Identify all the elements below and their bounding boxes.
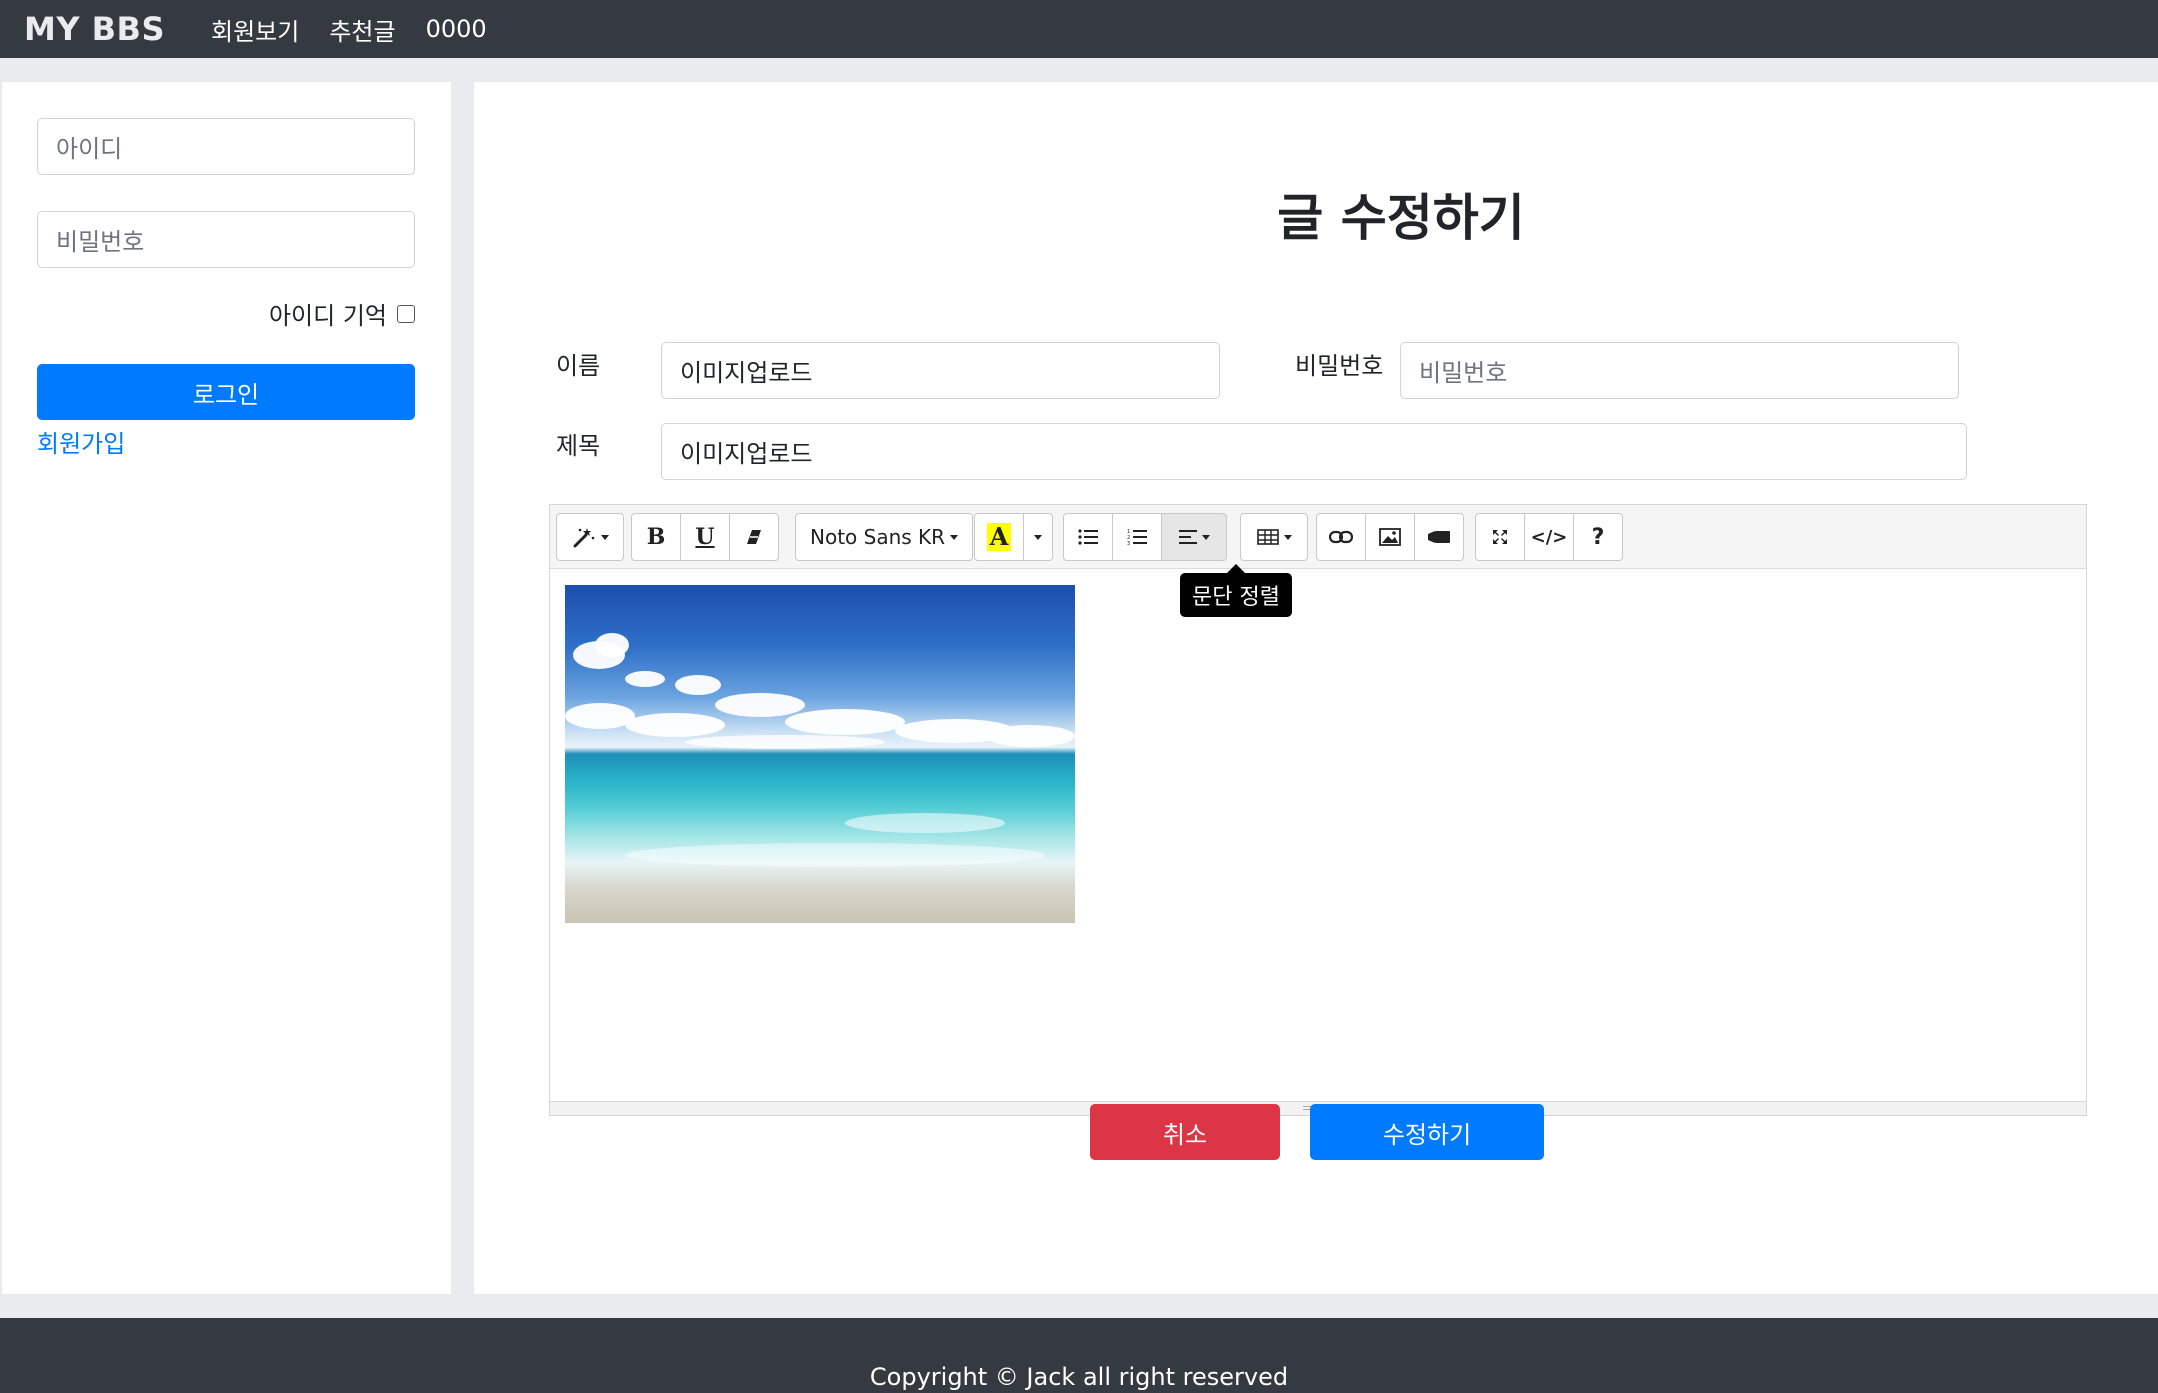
subject-input[interactable]: 이미지업로드 (661, 423, 1967, 480)
chevron-down-icon (1201, 534, 1210, 540)
link-icon (1329, 530, 1353, 544)
link-button[interactable] (1316, 513, 1366, 561)
svg-text:3: 3 (1127, 541, 1130, 546)
ordered-list-button[interactable]: 1 2 3 (1112, 513, 1162, 561)
chevron-down-icon (600, 534, 609, 540)
id-input[interactable]: 아이디 (37, 118, 415, 175)
paragraph-group: 1 2 3 (1063, 513, 1227, 561)
beach-photo[interactable] (565, 585, 1075, 923)
codeview-button[interactable]: </> (1524, 513, 1574, 561)
top-navbar: MY BBS 회원보기 추천글 0000 (0, 0, 2158, 58)
nav-link-members[interactable]: 회원보기 (211, 12, 299, 47)
color-dropdown-button[interactable] (1023, 513, 1053, 561)
align-left-icon (1178, 530, 1197, 544)
wave-foam-shape (625, 843, 1045, 867)
nav-link-0000[interactable]: 0000 (426, 15, 487, 43)
edit-post-panel: 글 수정하기 이름 이미지업로드 비밀번호 비밀번호 제목 이미지업로드 B U… (474, 82, 2158, 1294)
fullscreen-button[interactable] (1475, 513, 1525, 561)
cloud-shape (715, 693, 805, 717)
font-style-group: B U (631, 513, 779, 561)
picture-button[interactable] (1365, 513, 1415, 561)
cloud-shape (595, 633, 629, 657)
password-label: 비밀번호 (1295, 352, 1384, 380)
cancel-button[interactable]: 취소 (1090, 1104, 1280, 1160)
sun-glare-shape (845, 813, 1005, 833)
cloud-shape (985, 725, 1075, 747)
login-button[interactable]: 로그인 (37, 364, 415, 420)
rich-text-editor: B U Noto Sans KR A 1 2 3 </> ? 문단 정렬 (549, 504, 2087, 1116)
video-button[interactable] (1414, 513, 1464, 561)
name-label: 이름 (556, 352, 601, 380)
clear-format-button[interactable] (729, 513, 779, 561)
cloud-shape (685, 735, 885, 749)
ordered-list-icon: 1 2 3 (1127, 528, 1147, 546)
paragraph-align-button[interactable] (1161, 513, 1227, 561)
unordered-list-button[interactable] (1063, 513, 1113, 561)
chevron-down-icon (950, 534, 959, 540)
view-group: </> ? (1475, 513, 1623, 561)
style-group (556, 513, 624, 561)
cloud-shape (785, 709, 905, 735)
paragraph-align-tooltip: 문단 정렬 (1180, 564, 1292, 617)
chevron-down-icon (1283, 534, 1292, 540)
fullscreen-icon (1491, 528, 1509, 546)
insert-group (1316, 513, 1464, 561)
font-name-group: Noto Sans KR (795, 513, 974, 561)
remember-id-label: 아이디 기억 (268, 302, 387, 330)
nav-link-recommended[interactable]: 추천글 (329, 12, 395, 47)
login-sidebar: 아이디 비밀번호 아이디 기억 로그인 회원가입 (2, 82, 451, 1294)
editor-toolbar: B U Noto Sans KR A 1 2 3 </> ? (550, 505, 2086, 569)
style-button[interactable] (556, 513, 624, 561)
table-button[interactable] (1240, 513, 1308, 561)
table-group (1240, 513, 1308, 561)
font-name-label: Noto Sans KR (810, 525, 946, 549)
video-icon (1427, 530, 1451, 544)
signup-link[interactable]: 회원가입 (37, 424, 125, 459)
cloud-shape (625, 671, 665, 687)
remember-id-row: 아이디 기억 (269, 296, 415, 331)
bold-button[interactable]: B (631, 513, 681, 561)
remember-id-checkbox[interactable] (397, 304, 415, 323)
chevron-down-icon (1034, 534, 1042, 540)
brand-logo[interactable]: MY BBS (24, 10, 165, 48)
subject-label: 제목 (556, 432, 601, 460)
page-footer: Copyright © Jack all right reserved (0, 1318, 2158, 1393)
page-title: 글 수정하기 (1277, 189, 1525, 247)
unordered-list-icon (1078, 529, 1098, 545)
font-name-dropdown[interactable]: Noto Sans KR (795, 513, 974, 561)
cloud-shape (675, 675, 721, 695)
password-input[interactable]: 비밀번호 (37, 211, 415, 268)
color-group: A (974, 513, 1053, 561)
font-color-letter: A (986, 523, 1012, 551)
picture-icon (1379, 528, 1401, 546)
table-icon (1256, 529, 1279, 545)
underline-button[interactable]: U (680, 513, 730, 561)
eraser-icon (744, 528, 764, 546)
post-password-input[interactable]: 비밀번호 (1400, 342, 1959, 399)
submit-edit-button[interactable]: 수정하기 (1310, 1104, 1544, 1160)
copyright-text: Copyright © Jack all right reserved (869, 1363, 1289, 1391)
cloud-shape (625, 713, 725, 737)
recent-color-button[interactable]: A (974, 513, 1024, 561)
magic-wand-icon (572, 526, 596, 548)
help-button[interactable]: ? (1573, 513, 1623, 561)
name-input[interactable]: 이미지업로드 (661, 342, 1220, 399)
